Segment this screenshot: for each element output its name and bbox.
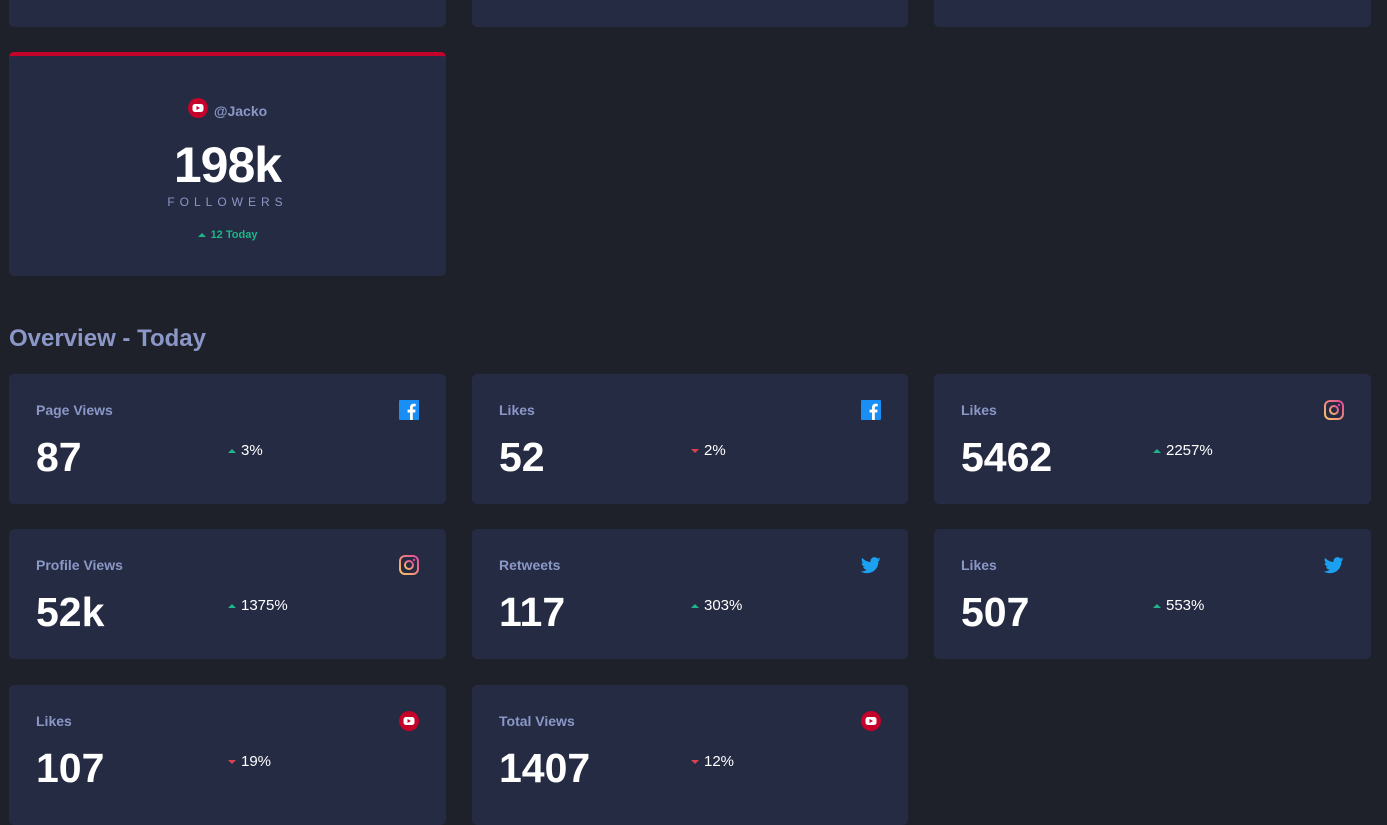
follower-card-partial-3 bbox=[934, 0, 1371, 27]
card-label: Likes bbox=[961, 557, 997, 573]
card-change-text: 2% bbox=[704, 442, 726, 459]
card-change-text: 3% bbox=[241, 442, 263, 459]
card-label: Page Views bbox=[36, 402, 113, 418]
overview-card[interactable]: Retweets 117 303% bbox=[472, 529, 908, 659]
overview-card[interactable]: Profile Views 52k 1375% bbox=[9, 529, 446, 659]
facebook-icon bbox=[861, 400, 881, 420]
account-handle: @Jacko bbox=[213, 102, 268, 119]
down-arrow-icon bbox=[691, 759, 699, 764]
up-arrow-icon bbox=[228, 448, 236, 453]
card-value: 87 bbox=[36, 434, 82, 480]
card-change: 2% bbox=[691, 442, 726, 459]
facebook-icon bbox=[399, 400, 419, 420]
overview-card[interactable]: Likes 507 553% bbox=[934, 529, 1371, 659]
youtube-icon bbox=[187, 98, 208, 123]
card-change: 2257% bbox=[1153, 442, 1213, 459]
card-label: Likes bbox=[36, 713, 72, 729]
card-change: 553% bbox=[1153, 597, 1204, 614]
follower-count: 198k bbox=[173, 137, 282, 193]
card-change-text: 303% bbox=[704, 597, 743, 614]
today-change-text: 12 Today bbox=[210, 229, 258, 241]
instagram-icon bbox=[1324, 400, 1344, 420]
follower-card-partial-2 bbox=[472, 0, 908, 27]
up-arrow-icon bbox=[691, 603, 699, 608]
card-change-text: 2257% bbox=[1166, 442, 1213, 459]
up-arrow-icon bbox=[1153, 448, 1161, 453]
follower-card-youtube[interactable]: @Jacko 198k FOLLOWERS 12 Today bbox=[9, 52, 446, 276]
up-arrow-icon bbox=[197, 233, 206, 237]
card-change-text: 19% bbox=[241, 753, 272, 770]
down-arrow-icon bbox=[691, 448, 699, 453]
card-value: 117 bbox=[499, 589, 566, 635]
card-label: Profile Views bbox=[36, 557, 123, 573]
card-label: Total Views bbox=[499, 713, 575, 729]
card-value: 107 bbox=[36, 745, 105, 791]
card-change: 19% bbox=[228, 753, 271, 770]
card-value: 507 bbox=[961, 589, 1030, 635]
followers-label: FOLLOWERS bbox=[167, 195, 288, 209]
card-value: 5462 bbox=[961, 434, 1053, 480]
card-label: Likes bbox=[499, 402, 535, 418]
card-label: Retweets bbox=[499, 557, 561, 573]
up-arrow-icon bbox=[228, 603, 236, 608]
youtube-icon bbox=[399, 711, 419, 731]
card-value: 52k bbox=[36, 589, 105, 635]
handle-row: @Jacko bbox=[9, 98, 446, 123]
overview-card[interactable]: Page Views 87 3% bbox=[9, 374, 446, 504]
follower-card-partial-1 bbox=[9, 0, 446, 27]
up-arrow-icon bbox=[1153, 603, 1161, 608]
overview-card[interactable]: Likes 5462 2257% bbox=[934, 374, 1371, 504]
card-change: 1375% bbox=[228, 597, 288, 614]
card-change: 303% bbox=[691, 597, 742, 614]
overview-card[interactable]: Likes 52 2% bbox=[472, 374, 908, 504]
card-change-text: 12% bbox=[704, 753, 735, 770]
instagram-icon bbox=[399, 555, 419, 575]
card-value: 52 bbox=[499, 434, 545, 480]
twitter-icon bbox=[860, 555, 881, 575]
today-change: 12 Today bbox=[9, 229, 446, 241]
overview-title: Overview - Today bbox=[9, 325, 206, 352]
card-change-text: 1375% bbox=[241, 597, 288, 614]
overview-card[interactable]: Total Views 1407 12% bbox=[472, 685, 908, 825]
card-value: 1407 bbox=[499, 745, 591, 791]
down-arrow-icon bbox=[228, 759, 236, 764]
overview-card[interactable]: Likes 107 19% bbox=[9, 685, 446, 825]
card-label: Likes bbox=[961, 402, 997, 418]
twitter-icon bbox=[1323, 555, 1344, 575]
card-change-text: 553% bbox=[1166, 597, 1205, 614]
youtube-icon bbox=[861, 711, 881, 731]
card-change: 3% bbox=[228, 442, 263, 459]
card-change: 12% bbox=[691, 753, 734, 770]
